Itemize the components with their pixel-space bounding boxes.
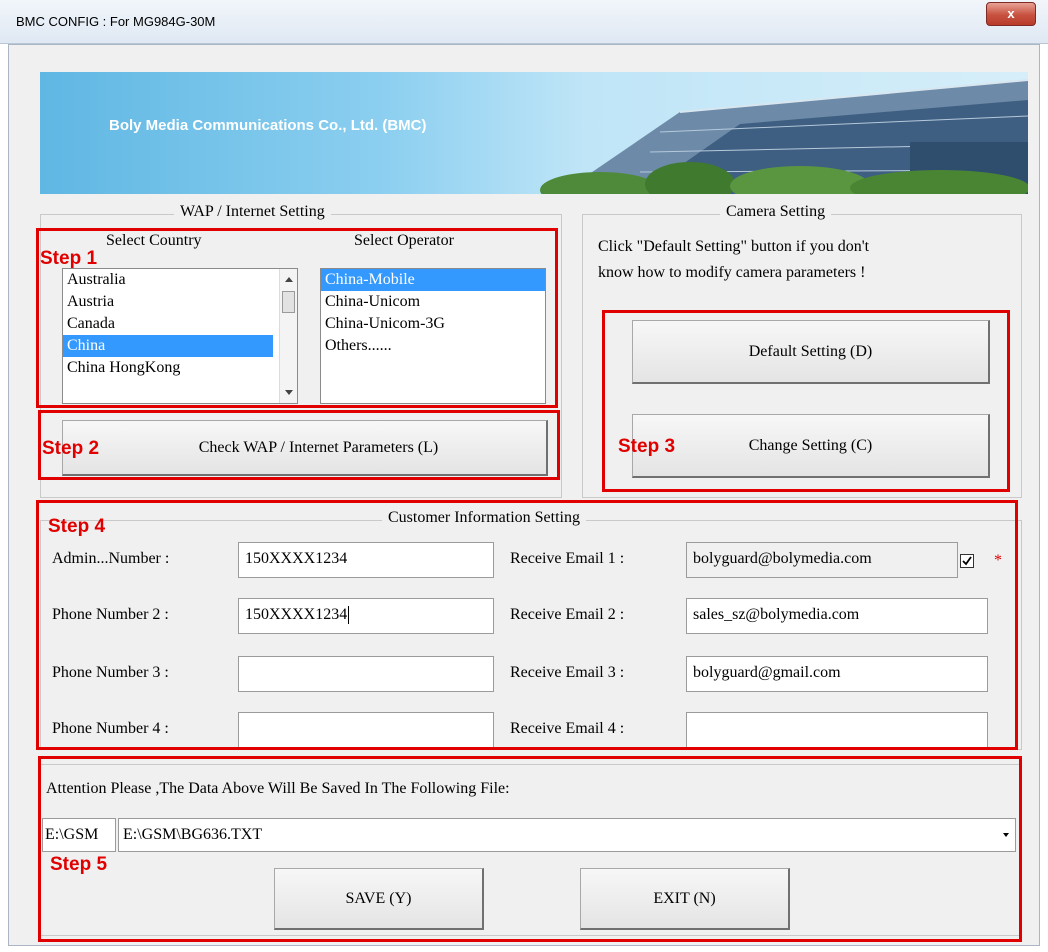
close-button[interactable]: x [986, 2, 1036, 26]
company-banner: Boly Media Communications Co., Ltd. (BMC… [40, 72, 1028, 194]
step-2-highlight [38, 410, 560, 480]
step-5-label: Step 5 [50, 854, 108, 875]
step-3-label: Step 3 [618, 436, 676, 457]
window-title: BMC CONFIG : For MG984G-30M [16, 14, 216, 29]
step-1-label: Step 1 [40, 248, 98, 269]
camera-hint-line-1: Click "Default Setting" button if you do… [598, 238, 870, 255]
step-4-label: Step 4 [48, 516, 106, 537]
step-3-highlight [602, 310, 1010, 492]
camera-group-title: Camera Setting [720, 203, 832, 221]
step-1-highlight [36, 228, 558, 408]
banner-company-name: Boly Media Communications Co., Ltd. (BMC… [109, 117, 427, 134]
step-2-label: Step 2 [42, 438, 100, 459]
wap-group-title: WAP / Internet Setting [174, 203, 331, 221]
step-4-highlight [36, 500, 1018, 750]
step-5-highlight [38, 756, 1022, 942]
camera-hint-line-2: know how to modify camera parameters ! [598, 264, 866, 281]
